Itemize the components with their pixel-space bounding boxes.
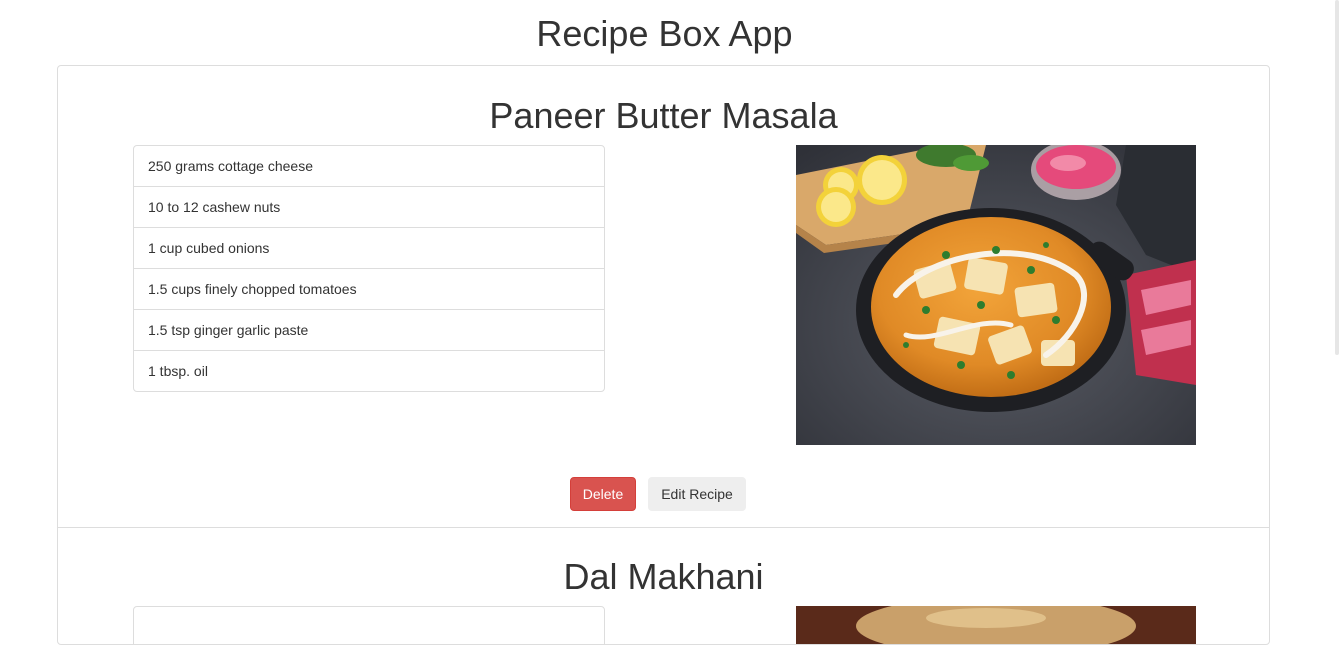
page-scrollbar[interactable] — [1329, 0, 1342, 623]
ingredient-item: 1 tbsp. oil — [148, 363, 208, 379]
recipe-image — [796, 145, 1196, 445]
recipe-card-paneer-butter-masala: Paneer Butter Masala 250 grams cottage c… — [58, 66, 1269, 528]
ingredient-item: 250 grams cottage cheese — [134, 146, 604, 187]
recipe-image — [796, 606, 1196, 644]
dal-makhani-photo — [796, 606, 1196, 644]
ingredient-item: 1 cup cubed onions — [134, 228, 604, 269]
scrollbar-thumb[interactable] — [1335, 0, 1339, 355]
ingredient-list — [133, 606, 605, 644]
recipe-panel: Paneer Butter Masala 250 grams cottage c… — [57, 65, 1270, 645]
ingredient-item: 1.5 cups finely chopped tomatoes — [134, 269, 604, 310]
ingredient-item: 10 to 12 cashew nuts — [134, 187, 604, 228]
paneer-butter-masala-photo — [796, 145, 1196, 445]
edit-recipe-button[interactable]: Edit Recipe — [648, 477, 746, 511]
ingredient-list: 250 grams cottage cheese 10 to 12 cashew… — [133, 145, 605, 392]
ingredient-item: 1.5 tsp ginger garlic paste — [134, 310, 604, 351]
app-title: Recipe Box App — [536, 13, 793, 54]
delete-button[interactable]: Delete — [570, 477, 636, 511]
recipe-title: Dal Makhani — [563, 556, 764, 597]
recipe-title: Paneer Butter Masala — [489, 95, 838, 136]
recipe-card-dal-makhani: Dal Makhani — [58, 527, 1269, 644]
